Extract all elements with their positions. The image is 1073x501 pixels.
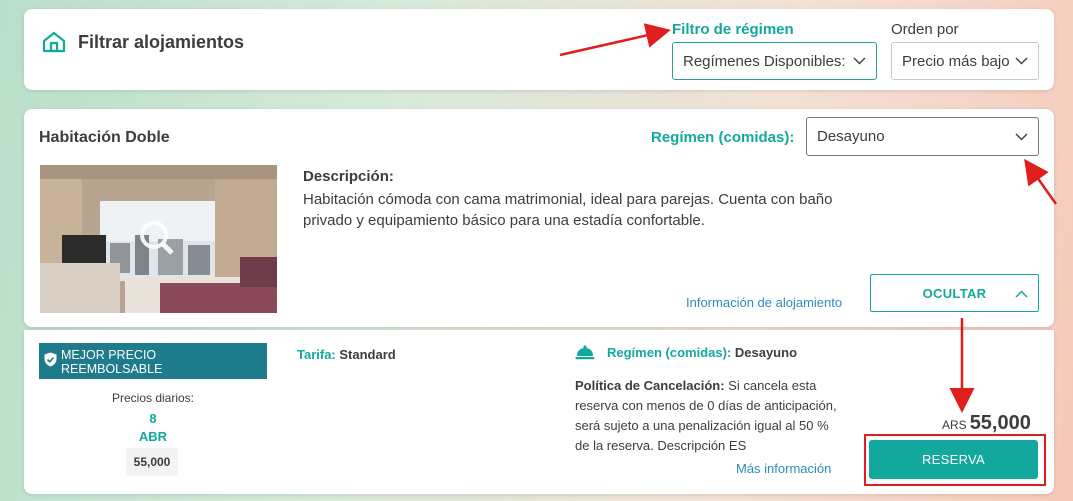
regimen-filter-select[interactable]: Regímenes Disponibles:	[672, 42, 877, 80]
shield-check-icon	[44, 352, 57, 367]
reserve-button[interactable]: RESERVA	[869, 440, 1038, 479]
room-photo-illustration	[40, 165, 277, 313]
rate-type-value: Standard	[339, 347, 396, 362]
room-photo[interactable]	[40, 165, 277, 313]
filter-title: Filtrar alojamientos	[78, 31, 245, 52]
filter-card: Filtrar alojamientos Filtro de régimen R…	[24, 9, 1054, 90]
filter-heading: Filtrar alojamientos	[42, 31, 244, 53]
cancellation-policy: Política de Cancelación: Si cancela esta…	[575, 376, 840, 456]
hide-button-label: OCULTAR	[922, 285, 987, 301]
rate-card: MEJOR PRECIO REEMBOLSABLE Precios diario…	[24, 330, 1054, 494]
home-icon	[42, 31, 66, 53]
description-text: Habitación cómoda con cama matrimonial, …	[303, 191, 833, 229]
rate-regimen-value: Desayuno	[734, 344, 798, 360]
order-value: Precio más bajo	[902, 52, 1010, 70]
daily-price-value: 55,000	[126, 448, 178, 476]
best-price-badge: MEJOR PRECIO REEMBOLSABLE	[39, 343, 267, 379]
room-title: Habitación Doble	[39, 129, 170, 146]
regimen-filter-label: Filtro de régimen	[672, 21, 794, 38]
daily-price-month: ABR	[138, 429, 168, 444]
chevron-down-icon	[1015, 57, 1028, 65]
cloche-icon	[575, 345, 595, 360]
rate-regimen-label: Regímen (comidas):	[607, 344, 732, 360]
accommodation-info-link[interactable]: Información de alojamiento	[686, 295, 842, 310]
order-select[interactable]: Precio más bajo	[891, 42, 1039, 80]
cancellation-policy-label: Política de Cancelación:	[575, 378, 725, 393]
chevron-down-icon	[1015, 132, 1028, 141]
description-title: Descripción:	[303, 168, 394, 185]
total-price: ARS 55,000	[942, 412, 1031, 435]
hide-button[interactable]: OCULTAR	[870, 274, 1039, 312]
room-regimen-value: Desayuno	[817, 128, 885, 145]
best-price-badge-label: MEJOR PRECIO REEMBOLSABLE	[61, 348, 163, 376]
daily-prices-label: Precios diarios:	[111, 391, 195, 405]
room-regimen-label: Regímen (comidas):	[651, 129, 795, 146]
rate-type: Tarifa: Standard	[297, 347, 396, 362]
rate-type-label: Tarifa:	[297, 347, 336, 362]
order-label: Orden por	[891, 21, 959, 38]
total-price-currency: ARS	[942, 418, 967, 432]
chevron-up-icon	[1015, 290, 1028, 298]
total-price-amount: 55,000	[969, 412, 1031, 434]
room-regimen-select[interactable]: Desayuno	[806, 117, 1039, 156]
more-info-link[interactable]: Más información	[736, 461, 831, 476]
room-card: Habitación Doble Regímen (comidas): Desa…	[24, 109, 1054, 327]
regimen-filter-value: Regímenes Disponibles:	[683, 52, 846, 70]
daily-price-day: 8	[149, 411, 157, 426]
rate-regimen: Regímen (comidas): Desayuno	[575, 344, 797, 360]
chevron-down-icon	[853, 57, 866, 65]
